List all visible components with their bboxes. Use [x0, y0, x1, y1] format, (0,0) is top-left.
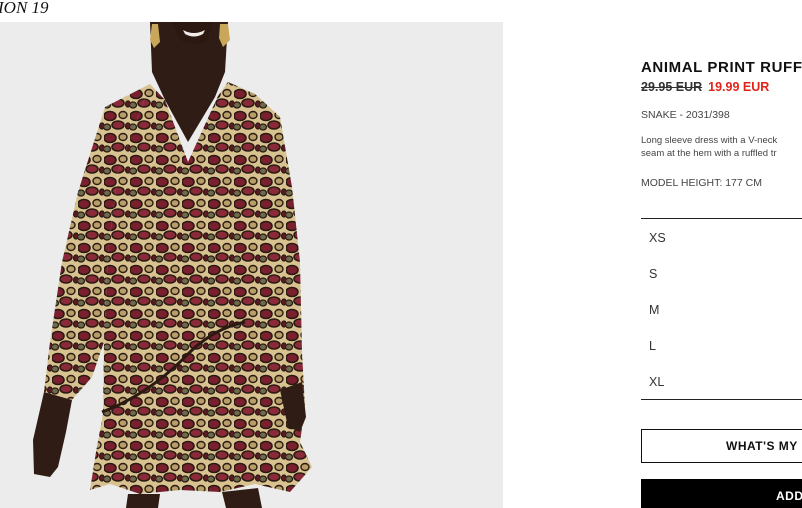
collection-title: ION 19 [0, 0, 49, 17]
sale-price: 19.99 EUR [708, 80, 770, 94]
product-image[interactable] [0, 22, 503, 508]
description-line: Long sleeve dress with a V-neck [641, 135, 778, 146]
size-option-l[interactable]: L [641, 327, 802, 363]
model-height: MODEL HEIGHT: 177 CM [641, 177, 762, 189]
size-option-xl[interactable]: XL [641, 363, 802, 399]
product-name: ANIMAL PRINT RUFF [641, 59, 802, 76]
old-price: 29.95 EUR [641, 80, 703, 94]
price-row: 29.95 EUR 19.99 EUR [641, 80, 769, 94]
add-to-cart-button[interactable]: ADD [641, 479, 802, 508]
product-info-panel: ANIMAL PRINT RUFF 29.95 EUR 19.99 EUR SNA… [641, 0, 802, 508]
size-option-xs[interactable]: XS [641, 219, 802, 255]
product-description: Long sleeve dress with a V-neck seam at … [641, 134, 802, 162]
product-photo [0, 22, 503, 508]
description-line: seam at the hem with a ruffled tr [641, 148, 777, 159]
color-reference: SNAKE - 2031/398 [641, 109, 730, 121]
size-selector: XS S M L XL [641, 218, 802, 400]
size-option-m[interactable]: M [641, 291, 802, 327]
size-option-s[interactable]: S [641, 255, 802, 291]
size-guide-button[interactable]: WHAT'S MY [641, 429, 802, 463]
